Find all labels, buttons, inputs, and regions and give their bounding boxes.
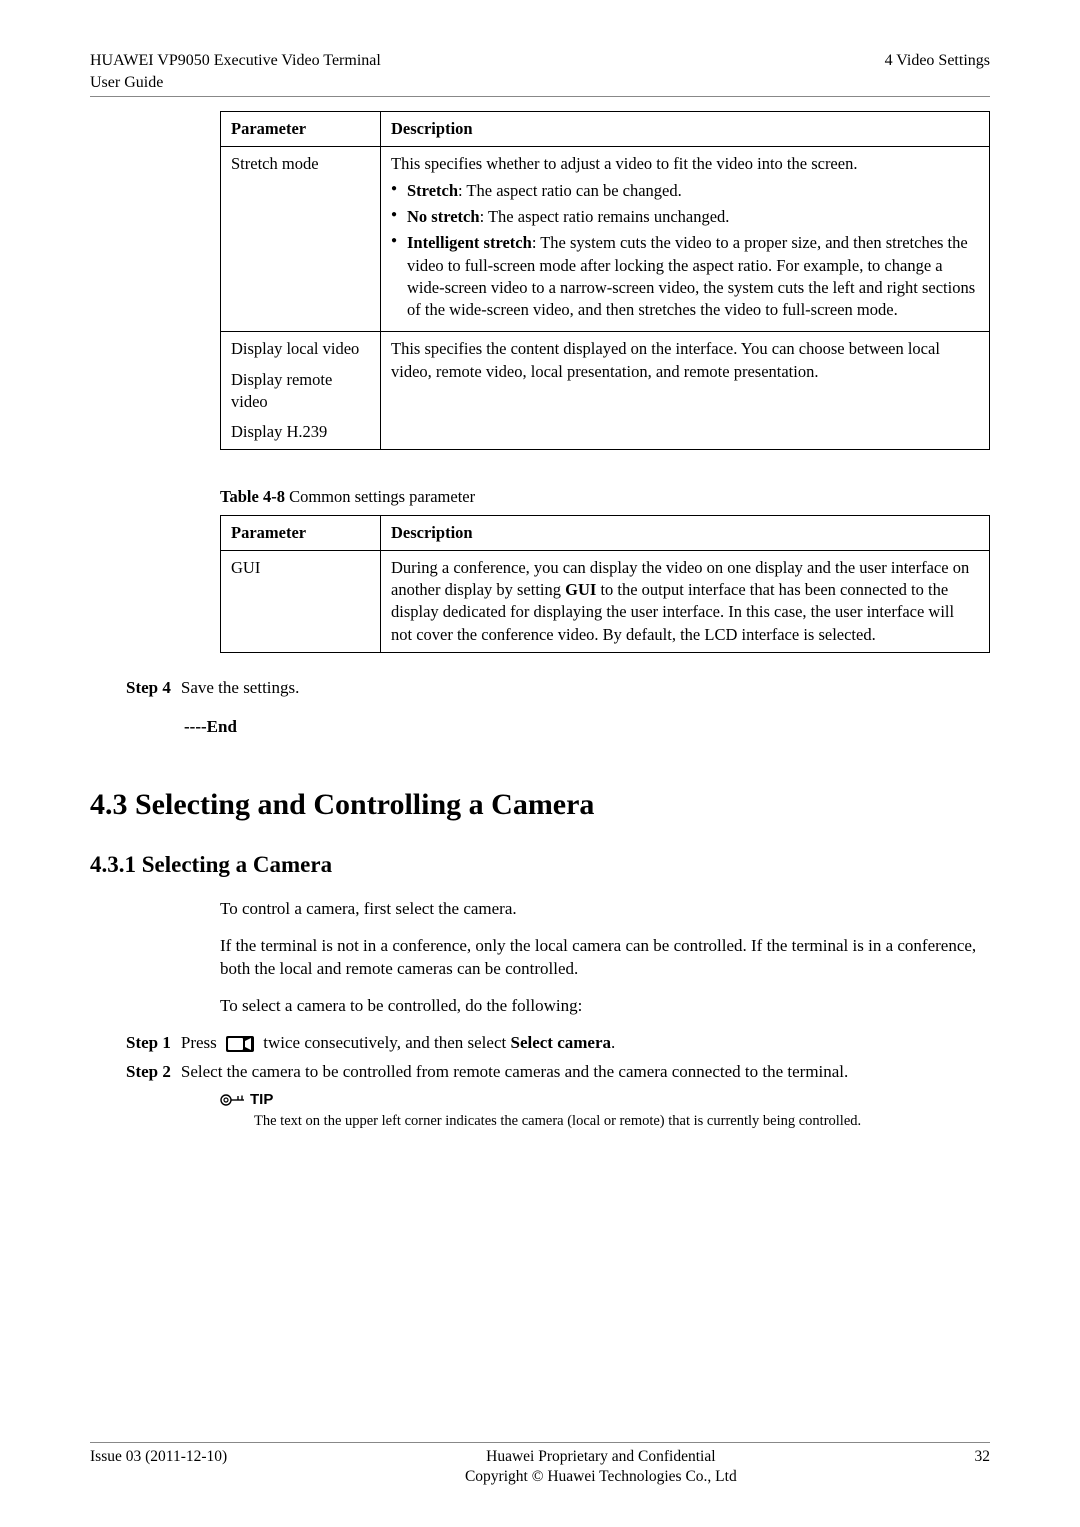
caption-rest: Common settings parameter <box>285 487 475 506</box>
page-number: 32 <box>974 1447 990 1487</box>
step-2: Step 2 Select the camera to be controlle… <box>126 1061 990 1084</box>
term: No stretch <box>407 207 480 226</box>
doc-type: User Guide <box>90 72 381 94</box>
desc-bold: GUI <box>565 580 596 599</box>
term: Stretch <box>407 181 458 200</box>
subsection-heading: 4.3.1 Selecting a Camera <box>90 849 990 880</box>
list-item: No stretch: The aspect ratio remains unc… <box>391 206 979 228</box>
list-item: Stretch: The aspect ratio can be changed… <box>391 180 979 202</box>
tip-text: The text on the upper left corner indica… <box>254 1112 990 1132</box>
param-cell: Stretch mode <box>221 147 381 332</box>
step-label: Step 2 <box>126 1061 171 1084</box>
table-row: Stretch mode This specifies whether to a… <box>221 147 990 332</box>
step-text-post: . <box>611 1033 615 1052</box>
tip-header: TIP <box>220 1090 990 1110</box>
step-label: Step 4 <box>126 677 171 700</box>
step-text-mid: twice consecutively, and then select <box>263 1033 510 1052</box>
issue-date: Issue 03 (2011-12-10) <box>90 1447 227 1487</box>
step-text-bold: Select camera <box>510 1033 611 1052</box>
table-row: GUI During a conference, you can display… <box>221 550 990 652</box>
param-line: Display remote video <box>231 369 370 414</box>
body-paragraph: To control a camera, first select the ca… <box>220 898 990 921</box>
bullet-list: Stretch: The aspect ratio can be changed… <box>391 180 979 322</box>
chapter-title: 4 Video Settings <box>885 50 990 93</box>
col-description: Description <box>381 515 990 550</box>
step-text-pre: Press <box>181 1033 221 1052</box>
list-item: Intelligent stretch: The system cuts the… <box>391 232 979 321</box>
header-left: HUAWEI VP9050 Executive Video Terminal U… <box>90 50 381 93</box>
step-content: Save the settings. <box>181 677 990 700</box>
desc-cell: During a conference, you can display the… <box>381 550 990 652</box>
key-icon <box>220 1093 246 1107</box>
section-heading: 4.3 Selecting and Controlling a Camera <box>90 785 990 826</box>
param-cell: Display local video Display remote video… <box>221 332 381 450</box>
definition: : The aspect ratio remains unchanged. <box>480 207 730 226</box>
step-content: Select the camera to be controlled from … <box>181 1061 990 1084</box>
body-paragraph: If the terminal is not in a conference, … <box>220 935 990 981</box>
col-parameter: Parameter <box>221 515 381 550</box>
desc-cell: This specifies the content displayed on … <box>381 332 990 450</box>
caption-bold: Table 4-8 <box>220 487 285 506</box>
parameter-table-1: Parameter Description Stretch mode This … <box>220 111 990 450</box>
video-icon <box>225 1035 255 1053</box>
product-name: HUAWEI VP9050 Executive Video Terminal <box>90 50 381 72</box>
copyright-label: Copyright © Huawei Technologies Co., Ltd <box>465 1467 737 1487</box>
end-marker: ----End <box>184 716 990 739</box>
step-label: Step 1 <box>126 1032 171 1055</box>
col-description: Description <box>381 112 990 147</box>
step-4: Step 4 Save the settings. <box>126 677 990 700</box>
param-line: Display local video <box>231 338 370 360</box>
footer-center: Huawei Proprietary and Confidential Copy… <box>465 1447 737 1487</box>
tip-label: TIP <box>250 1090 273 1110</box>
page-footer: Issue 03 (2011-12-10) Huawei Proprietary… <box>90 1442 990 1487</box>
definition: : The aspect ratio can be changed. <box>458 181 682 200</box>
tip-block: TIP The text on the upper left corner in… <box>220 1090 990 1132</box>
term: Intelligent stretch <box>407 233 532 252</box>
page-header: HUAWEI VP9050 Executive Video Terminal U… <box>90 50 990 97</box>
table-caption: Table 4-8 Common settings parameter <box>220 486 990 508</box>
table-header-row: Parameter Description <box>221 515 990 550</box>
step-1: Step 1 Press twice consecutively, and th… <box>126 1032 990 1055</box>
param-cell: GUI <box>221 550 381 652</box>
proprietary-label: Huawei Proprietary and Confidential <box>465 1447 737 1467</box>
desc-cell: This specifies whether to adjust a video… <box>381 147 990 332</box>
desc-intro: This specifies whether to adjust a video… <box>391 153 979 175</box>
table-row: Display local video Display remote video… <box>221 332 990 450</box>
table-header-row: Parameter Description <box>221 112 990 147</box>
body-paragraph: To select a camera to be controlled, do … <box>220 995 990 1018</box>
step-content: Press twice consecutively, and then sele… <box>181 1032 990 1055</box>
param-line: Display H.239 <box>231 421 370 443</box>
col-parameter: Parameter <box>221 112 381 147</box>
parameter-table-2: Parameter Description GUI During a confe… <box>220 515 990 653</box>
